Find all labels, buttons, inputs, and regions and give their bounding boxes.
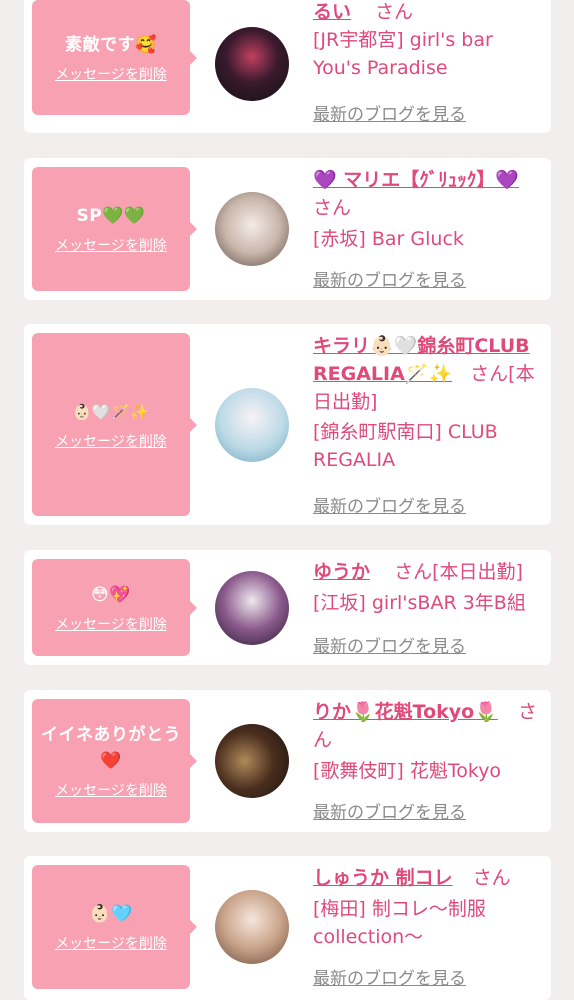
avatar[interactable] [215, 388, 289, 462]
delete-message-link[interactable]: メッセージを削除 [55, 780, 167, 800]
profile-info: りか🌷花魁Tokyo🌷 さん [歌舞伎町] 花魁Tokyo [313, 698, 545, 785]
shop-name: [梅田] 制コレ〜制服collection〜 [313, 898, 486, 948]
message-card: 👶🏻🩵 メッセージを削除 しゅうか 制コレ さん [梅田] 制コレ〜制服coll… [24, 856, 551, 1000]
profile-name-link[interactable]: 💜 マリエ【ｸﾞﾘｭｯｸ】💜 [313, 169, 519, 191]
profile-suffix: さん[本日出勤] [394, 561, 523, 583]
avatar[interactable] [215, 724, 289, 798]
delete-message-link[interactable]: メッセージを削除 [55, 614, 167, 634]
message-text: 👶🏻🩵 [89, 904, 133, 924]
message-bubble: イイネありがとう❤️ メッセージを削除 [32, 699, 197, 823]
avatar[interactable] [215, 890, 289, 964]
message-card: 👶🏻🤍🪄✨ メッセージを削除 キラリ👶🏻🤍錦糸町CLUB REGALIA🪄✨ さ… [24, 324, 551, 525]
profile-info: ゆうか さん[本日出勤] [江坂] girl'sBAR 3年B組 [313, 558, 545, 617]
delete-message-link[interactable]: メッセージを削除 [55, 235, 167, 255]
profile-name-link[interactable]: るい [313, 1, 351, 23]
profile-name-link[interactable]: しゅうか 制コレ [313, 867, 453, 889]
latest-blog-link[interactable]: 最新のブログを見る [313, 492, 466, 517]
profile-name-link[interactable]: ゆうか [313, 561, 370, 583]
avatar[interactable] [215, 192, 289, 266]
latest-blog-link[interactable]: 最新のブログを見る [313, 266, 466, 291]
shop-name: [歌舞伎町] 花魁Tokyo [313, 760, 502, 782]
message-bubble: SP💚💚 メッセージを削除 [32, 167, 197, 291]
profile-name-link[interactable]: りか🌷花魁Tokyo🌷 [313, 701, 498, 723]
profile-info: るい さん [JR宇都宮] girl's bar You's Paradise [313, 0, 545, 82]
message-card: 素敵です🥰 メッセージを削除 るい さん [JR宇都宮] girl's bar … [24, 0, 551, 133]
message-text: 😳💖 [91, 584, 131, 605]
latest-blog-link[interactable]: 最新のブログを見る [313, 798, 466, 823]
latest-blog-link[interactable]: 最新のブログを見る [313, 964, 466, 989]
shop-name: [赤坂] Bar Gluck [313, 228, 464, 250]
message-bubble: 👶🏻🩵 メッセージを削除 [32, 865, 197, 989]
message-text: イイネありがとう❤️ [41, 725, 181, 771]
message-bubble: 素敵です🥰 メッセージを削除 [32, 0, 197, 115]
latest-blog-link[interactable]: 最新のブログを見る [313, 100, 466, 125]
shop-name: [江坂] girl'sBAR 3年B組 [313, 592, 526, 614]
profile-info: キラリ👶🏻🤍錦糸町CLUB REGALIA🪄✨ さん[本日出勤] [錦糸町駅南口… [313, 332, 545, 474]
message-card: イイネありがとう❤️ メッセージを削除 りか🌷花魁Tokyo🌷 さん [歌舞伎町… [24, 690, 551, 832]
profile-suffix: さん [472, 867, 511, 889]
message-text: 素敵です🥰 [65, 34, 157, 55]
avatar[interactable] [215, 27, 289, 101]
shop-name: [錦糸町駅南口] CLUB REGALIA [313, 421, 498, 471]
shop-name: [JR宇都宮] girl's bar You's Paradise [313, 29, 493, 79]
profile-suffix: さん [313, 197, 352, 219]
message-card: SP💚💚 メッセージを削除 💜 マリエ【ｸﾞﾘｭｯｸ】💜 さん [赤坂] Bar… [24, 158, 551, 300]
message-text: 👶🏻🤍🪄✨ [72, 402, 150, 421]
message-bubble: 👶🏻🤍🪄✨ メッセージを削除 [32, 333, 197, 516]
message-bubble: 😳💖 メッセージを削除 [32, 559, 197, 656]
latest-blog-link[interactable]: 最新のブログを見る [313, 632, 466, 657]
delete-message-link[interactable]: メッセージを削除 [55, 933, 167, 953]
message-card: 😳💖 メッセージを削除 ゆうか さん[本日出勤] [江坂] girl'sBAR … [24, 550, 551, 665]
delete-message-link[interactable]: メッセージを削除 [55, 431, 167, 451]
profile-suffix: さん [375, 1, 414, 23]
profile-info: 💜 マリエ【ｸﾞﾘｭｯｸ】💜 さん [赤坂] Bar Gluck [313, 166, 545, 253]
avatar[interactable] [215, 571, 289, 645]
profile-info: しゅうか 制コレ さん [梅田] 制コレ〜制服collection〜 [313, 864, 545, 951]
delete-message-link[interactable]: メッセージを削除 [55, 64, 167, 84]
message-text: SP💚💚 [76, 206, 146, 226]
